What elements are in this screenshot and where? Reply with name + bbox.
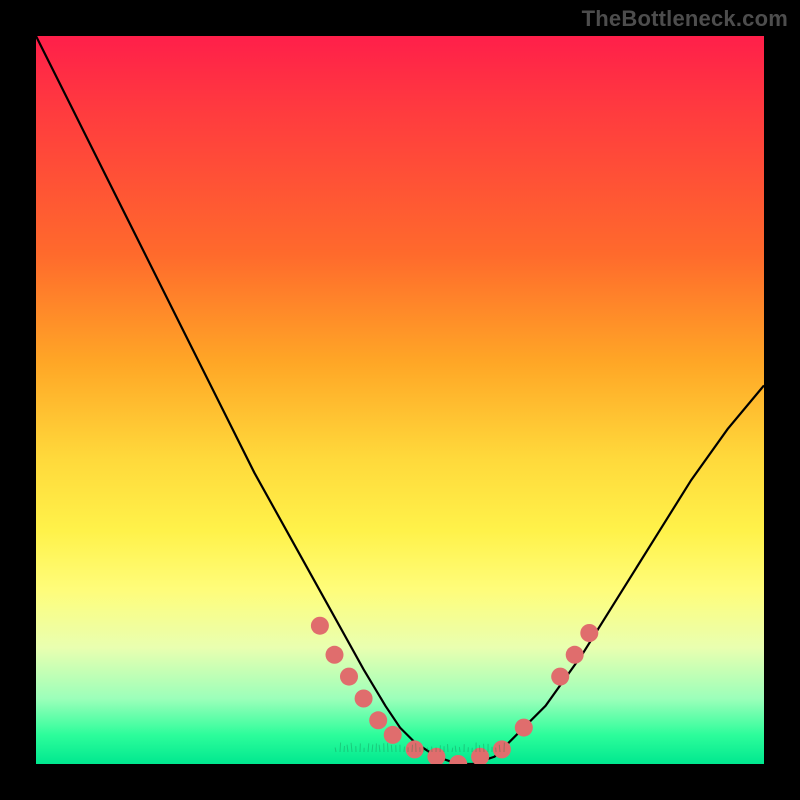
- curve-marker: [384, 726, 402, 744]
- curve-marker: [369, 711, 387, 729]
- curve-svg: [36, 36, 764, 764]
- curve-marker: [311, 617, 329, 635]
- curve-markers: [311, 617, 598, 764]
- attribution-label: TheBottleneck.com: [582, 6, 788, 32]
- curve-line: [36, 36, 764, 764]
- curve-marker: [326, 646, 344, 664]
- curve-marker: [515, 719, 533, 737]
- curve-marker: [566, 646, 584, 664]
- plot-area: [36, 36, 764, 764]
- chart-frame: TheBottleneck.com: [0, 0, 800, 800]
- curve-marker: [340, 668, 358, 686]
- curve-marker: [551, 668, 569, 686]
- curve-marker: [355, 690, 373, 708]
- curve-marker: [580, 624, 598, 642]
- curve-marker: [449, 755, 467, 764]
